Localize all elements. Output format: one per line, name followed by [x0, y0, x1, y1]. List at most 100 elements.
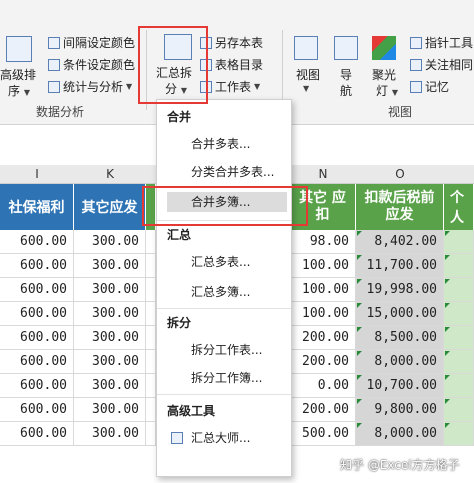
- cell-comment-marker: [445, 351, 450, 356]
- cell-comment-marker: [357, 375, 362, 380]
- cell-other-payable[interactable]: 300.00: [74, 326, 146, 350]
- cell-comment-marker: [445, 231, 450, 236]
- interval-color-button[interactable]: 间隔设定颜色: [48, 34, 135, 51]
- header-personal[interactable]: 个人: [444, 184, 474, 230]
- menu-divider: [157, 394, 291, 395]
- cell-other-payable[interactable]: 300.00: [74, 230, 146, 254]
- directory-icon: [200, 58, 212, 71]
- cell-hidden[interactable]: [146, 374, 156, 398]
- cell-hidden[interactable]: [146, 398, 156, 422]
- merge-split-label[interactable]: 汇总拆: [156, 64, 192, 81]
- condition-color-button[interactable]: 条件设定颜色: [48, 56, 135, 73]
- cell-pretax-payable[interactable]: 8,500.00: [356, 326, 444, 350]
- spotlight-button-2[interactable]: 灯 ▼: [376, 82, 398, 99]
- cell-other-deduction[interactable]: 98.00: [290, 230, 356, 254]
- cell-other-deduction[interactable]: 0.00: [290, 374, 356, 398]
- cell-other-payable[interactable]: 300.00: [74, 422, 146, 446]
- menu-item-classified-merge[interactable]: 分类合并多表...: [167, 162, 287, 182]
- cell-other-payable[interactable]: 300.00: [74, 374, 146, 398]
- cell-social-benefits[interactable]: 600.00: [0, 374, 74, 398]
- cell-other-payable[interactable]: 300.00: [74, 278, 146, 302]
- column-header-p[interactable]: [444, 165, 474, 184]
- menu-item-merge-tables[interactable]: 合并多表...: [167, 134, 287, 154]
- view-button[interactable]: 视图: [296, 66, 320, 83]
- chevron-down-icon: ▼: [180, 86, 187, 95]
- column-header-n[interactable]: N: [290, 165, 357, 184]
- navigation-icon: [334, 36, 358, 60]
- advanced-sort-label[interactable]: 高级排: [0, 66, 36, 83]
- cell-hidden[interactable]: [146, 350, 156, 374]
- header-other-deduction[interactable]: 其它 应扣: [290, 184, 356, 230]
- cell-social-benefits[interactable]: 600.00: [0, 350, 74, 374]
- menu-item-summary-tables[interactable]: 汇总多表...: [167, 252, 287, 272]
- cell-hidden[interactable]: [146, 278, 156, 302]
- cell-other-deduction[interactable]: 100.00: [290, 278, 356, 302]
- menu-item-merge-workbooks[interactable]: 合并多簿...: [167, 192, 287, 212]
- cell-pretax-payable[interactable]: 10,700.00: [356, 374, 444, 398]
- cell-pretax-payable[interactable]: 8,000.00: [356, 350, 444, 374]
- header-hidden-green[interactable]: [146, 184, 156, 230]
- cell-social-benefits[interactable]: 600.00: [0, 422, 74, 446]
- menu-item-summary-master[interactable]: 汇总大师...: [167, 428, 287, 448]
- navigation-button[interactable]: 导: [340, 66, 352, 83]
- advanced-sort-label-2[interactable]: 序 ▼: [8, 82, 30, 99]
- save-as-table-button[interactable]: 另存本表: [200, 34, 263, 51]
- cell-comment-marker: [445, 375, 450, 380]
- cell-pretax-payable[interactable]: 8,000.00: [356, 422, 444, 446]
- cell-pretax-payable[interactable]: 8,402.00: [356, 230, 444, 254]
- header-other-payable[interactable]: 其它应发: [74, 184, 146, 230]
- merge-split-icon: [164, 34, 192, 60]
- menu-section-summary: 汇总: [167, 228, 192, 242]
- cell-social-benefits[interactable]: 600.00: [0, 230, 74, 254]
- worksheet-button[interactable]: 工作表 ▼: [200, 78, 260, 95]
- cell-social-benefits[interactable]: 600.00: [0, 278, 74, 302]
- cell-other-payable[interactable]: 300.00: [74, 302, 146, 326]
- cell-hidden[interactable]: [146, 422, 156, 446]
- menu-item-summary-workbooks[interactable]: 汇总多簿...: [167, 282, 287, 302]
- stats-analysis-button[interactable]: 统计与分析 ▼: [48, 78, 132, 95]
- ribbon-separator: [146, 30, 147, 110]
- cell-pretax-payable[interactable]: 19,998.00: [356, 278, 444, 302]
- cell-social-benefits[interactable]: 600.00: [0, 326, 74, 350]
- save-icon: [200, 36, 212, 49]
- spotlight-button[interactable]: 聚光: [372, 66, 396, 83]
- menu-item-split-worksheet[interactable]: 拆分工作表...: [167, 340, 287, 360]
- cell-other-payable[interactable]: 300.00: [74, 350, 146, 374]
- cell-comment-marker: [445, 255, 450, 260]
- cell-other-deduction[interactable]: 200.00: [290, 326, 356, 350]
- stats-icon: [48, 80, 60, 93]
- cell-social-benefits[interactable]: 600.00: [0, 302, 74, 326]
- memory-button[interactable]: 记忆: [410, 78, 449, 95]
- cell-hidden[interactable]: [146, 254, 156, 278]
- cell-social-benefits[interactable]: 600.00: [0, 254, 74, 278]
- column-header-o[interactable]: O: [356, 165, 445, 184]
- cell-social-benefits[interactable]: 600.00: [0, 398, 74, 422]
- cell-other-payable[interactable]: 300.00: [74, 254, 146, 278]
- header-pretax-payable[interactable]: 扣款后税前 应发: [356, 184, 444, 230]
- column-header-i[interactable]: I: [0, 165, 75, 184]
- cell-hidden[interactable]: [146, 230, 156, 254]
- header-social-benefits[interactable]: 社保福利: [0, 184, 74, 230]
- cell-other-deduction[interactable]: 200.00: [290, 398, 356, 422]
- worksheet-icon: [200, 80, 212, 93]
- pointer-tool-button[interactable]: 指针工具: [410, 34, 473, 51]
- chevron-down-icon: ▼: [254, 82, 261, 91]
- table-directory-button[interactable]: 表格目录: [200, 56, 263, 73]
- navigation-button-2[interactable]: 航: [340, 82, 352, 99]
- menu-item-split-workbook[interactable]: 拆分工作簿...: [167, 368, 287, 388]
- cell-other-deduction[interactable]: 100.00: [290, 254, 356, 278]
- column-header-k[interactable]: K: [74, 165, 147, 184]
- cell-pretax-payable[interactable]: 9,800.00: [356, 398, 444, 422]
- cell-other-payable[interactable]: 300.00: [74, 398, 146, 422]
- merge-split-label-2[interactable]: 分 ▼: [165, 80, 187, 97]
- cell-other-deduction[interactable]: 200.00: [290, 350, 356, 374]
- view-group-label: 视图: [388, 105, 413, 119]
- cell-pretax-payable[interactable]: 11,700.00: [356, 254, 444, 278]
- related-cells-button[interactable]: 关注相同: [410, 56, 473, 73]
- data-analysis-group-label: 数据分析: [36, 105, 85, 119]
- cell-pretax-payable[interactable]: 15,000.00: [356, 302, 444, 326]
- cell-other-deduction[interactable]: 100.00: [290, 302, 356, 326]
- cell-other-deduction[interactable]: 500.00: [290, 422, 356, 446]
- cell-hidden[interactable]: [146, 302, 156, 326]
- cell-hidden[interactable]: [146, 326, 156, 350]
